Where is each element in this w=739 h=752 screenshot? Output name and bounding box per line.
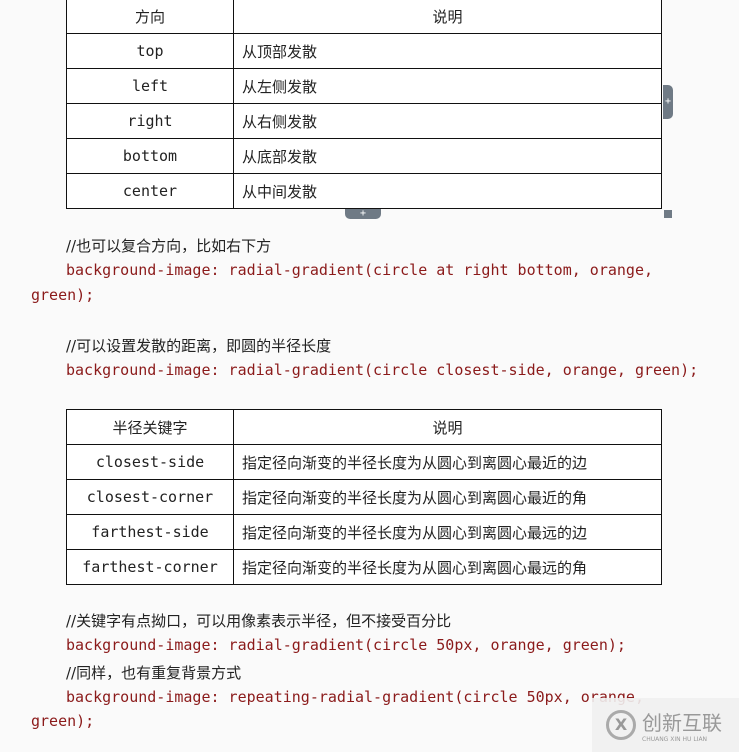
comment-line: //可以设置发散的距离，即圆的半径长度: [66, 337, 332, 355]
cell-key: bottom: [66, 138, 234, 174]
cell-key: farthest-side: [66, 514, 234, 550]
code-line: green);: [31, 712, 95, 730]
cell-desc: 指定径向渐变的半径长度为从圆心到离圆心最近的边: [233, 444, 662, 480]
cell-desc: 指定径向渐变的半径长度为从圆心到离圆心最近的角: [233, 479, 662, 515]
logo-name: 创新互联: [642, 711, 722, 735]
cell-desc: 从左侧发散: [233, 68, 662, 104]
comment-line: //也可以复合方向，比如右下方: [66, 237, 272, 255]
logo-sub: CHUANG XIN HU LIAN: [642, 736, 708, 743]
cell-key: top: [66, 33, 234, 69]
code-line: green);: [31, 286, 95, 304]
comment-line: //同样，也有重复背景方式: [66, 664, 242, 682]
radius-keyword-table: 半径关键字 说明 closest-side 指定径向渐变的半径长度为从圆心到离圆心最…: [66, 409, 662, 585]
cell-key: farthest-corner: [66, 549, 234, 585]
comment-line: //关键字有点拗口，可以用像素表示半径，但不接受百分比: [66, 612, 452, 630]
table-row: bottom 从底部发散: [66, 138, 662, 174]
cell-desc: 从右侧发散: [233, 103, 662, 139]
cell-desc: 从中间发散: [233, 173, 662, 209]
header-description: 说明: [233, 0, 662, 34]
cell-key: closest-side: [66, 444, 234, 480]
code-line: background-image: radial-gradient(circle…: [66, 261, 653, 279]
cell-key: left: [66, 68, 234, 104]
cell-key: closest-corner: [66, 479, 234, 515]
header-direction: 方向: [66, 0, 234, 34]
cell-key: right: [66, 103, 234, 139]
cell-desc: 从顶部发散: [233, 33, 662, 69]
code-line: background-image: radial-gradient(circle…: [66, 636, 626, 654]
cell-key: center: [66, 173, 234, 209]
table-row: left 从左侧发散: [66, 68, 662, 104]
code-line: background-image: repeating-radial-gradi…: [66, 688, 644, 706]
code-line: background-image: radial-gradient(circle…: [66, 361, 699, 379]
table-row: closest-corner 指定径向渐变的半径长度为从圆心到离圆心最近的角: [66, 479, 662, 515]
direction-table: 方向 说明 top 从顶部发散 left 从左侧发散 right 从右侧发散 botto…: [66, 0, 662, 209]
table-row: right 从右侧发散: [66, 103, 662, 139]
header-description: 说明: [233, 409, 662, 445]
header-keyword: 半径关键字: [66, 409, 234, 445]
table-row: top 从顶部发散: [66, 33, 662, 69]
resize-handle[interactable]: [664, 210, 672, 218]
cell-desc: 指定径向渐变的半径长度为从圆心到离圆心最远的角: [233, 549, 662, 585]
table-row: closest-side 指定径向渐变的半径长度为从圆心到离圆心最近的边: [66, 444, 662, 480]
add-column-handle[interactable]: +: [663, 85, 673, 119]
table-row: farthest-corner 指定径向渐变的半径长度为从圆心到离圆心最远的角: [66, 549, 662, 585]
logo-icon: X: [606, 710, 636, 740]
table-row: center 从中间发散: [66, 173, 662, 209]
cell-desc: 指定径向渐变的半径长度为从圆心到离圆心最远的边: [233, 514, 662, 550]
watermark-logo: X 创新互联 CHUANG XIN HU LIAN: [592, 698, 739, 752]
cell-desc: 从底部发散: [233, 138, 662, 174]
table-row: farthest-side 指定径向渐变的半径长度为从圆心到离圆心最远的边: [66, 514, 662, 550]
add-row-handle[interactable]: +: [345, 209, 381, 219]
